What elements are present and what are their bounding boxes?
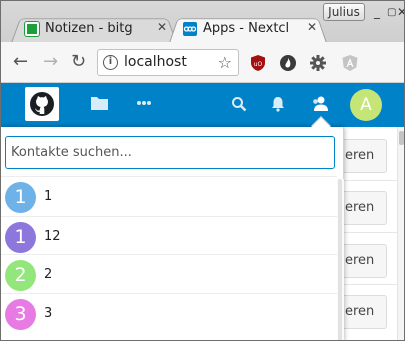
contact-name: 12 bbox=[44, 229, 61, 244]
star-icon[interactable]: ☆ bbox=[218, 53, 232, 72]
minimize-icon[interactable]: _ bbox=[374, 5, 380, 19]
contact-item[interactable]: 3 3 bbox=[1, 293, 337, 333]
forward-icon[interactable]: → bbox=[43, 52, 58, 72]
nextcloud-header: A bbox=[1, 83, 404, 127]
contact-item[interactable]: 2 2 bbox=[1, 254, 337, 294]
svg-text:uO: uO bbox=[254, 61, 263, 68]
maximize-icon[interactable]: ▢ bbox=[387, 6, 396, 20]
page-scrollbar[interactable] bbox=[397, 127, 404, 340]
more-apps-icon[interactable] bbox=[136, 95, 152, 115]
address-text[interactable]: localhost bbox=[124, 54, 206, 70]
address-bar[interactable]: i localhost ☆ bbox=[97, 49, 239, 76]
browser-window: Notizen - bitg ✕ Apps - Nextcl ✕ Julius … bbox=[0, 0, 405, 341]
flame-icon[interactable] bbox=[279, 54, 297, 72]
notes-favicon-icon bbox=[25, 22, 39, 36]
tab-title: Apps - Nextcl bbox=[203, 21, 290, 36]
contact-name: 1 bbox=[44, 189, 53, 204]
contact-avatar: 1 bbox=[5, 182, 36, 213]
contact-avatar: 3 bbox=[5, 299, 36, 330]
close-window-icon[interactable]: ✕ bbox=[397, 5, 404, 19]
tab-notizen[interactable]: Notizen - bitg ✕ bbox=[11, 15, 177, 43]
app-action-button[interactable]: eren bbox=[339, 139, 387, 173]
angular-icon[interactable] bbox=[341, 54, 359, 72]
app-action-button[interactable]: eren bbox=[339, 295, 387, 329]
contacts-icon[interactable] bbox=[312, 95, 330, 116]
profile-button[interactable]: Julius bbox=[323, 3, 365, 21]
contacts-scrollbar[interactable] bbox=[337, 179, 344, 340]
gear-puzzle-icon[interactable] bbox=[309, 54, 327, 72]
info-icon[interactable]: i bbox=[103, 55, 118, 70]
contact-name: 3 bbox=[44, 306, 53, 321]
contacts-search-input[interactable] bbox=[5, 136, 335, 169]
contacts-menu: 1 1 1 12 2 2 3 3 bbox=[1, 127, 344, 340]
files-icon[interactable] bbox=[90, 95, 109, 115]
back-icon[interactable]: ← bbox=[13, 52, 28, 72]
user-avatar[interactable]: A bbox=[350, 89, 382, 121]
nextcloud-favicon-icon bbox=[183, 22, 197, 36]
tab-apps-nextcloud[interactable]: Apps - Nextcl ✕ bbox=[169, 15, 327, 43]
app-action-button[interactable]: eren bbox=[339, 244, 387, 278]
search-icon[interactable] bbox=[231, 96, 247, 116]
contact-avatar: 2 bbox=[5, 260, 36, 291]
tab-title: Notizen - bitg bbox=[45, 21, 133, 36]
contact-item[interactable]: 1 1 bbox=[1, 176, 337, 216]
contact-item[interactable]: 1 12 bbox=[1, 216, 337, 256]
github-logo[interactable] bbox=[25, 87, 59, 121]
app-action-button[interactable]: eren bbox=[339, 191, 387, 225]
reload-icon[interactable]: ↻ bbox=[71, 52, 86, 72]
contact-name: 2 bbox=[44, 267, 53, 282]
close-tab-icon[interactable]: ✕ bbox=[307, 20, 317, 34]
close-tab-icon[interactable]: ✕ bbox=[157, 20, 167, 34]
tab-strip: Notizen - bitg ✕ Apps - Nextcl ✕ Julius … bbox=[1, 1, 404, 43]
contact-avatar: 1 bbox=[5, 222, 36, 253]
browser-toolbar: ← → ↻ i localhost ☆ uO bbox=[1, 42, 404, 83]
ublock-origin-icon[interactable]: uO bbox=[249, 54, 267, 72]
notifications-icon[interactable] bbox=[271, 96, 285, 116]
